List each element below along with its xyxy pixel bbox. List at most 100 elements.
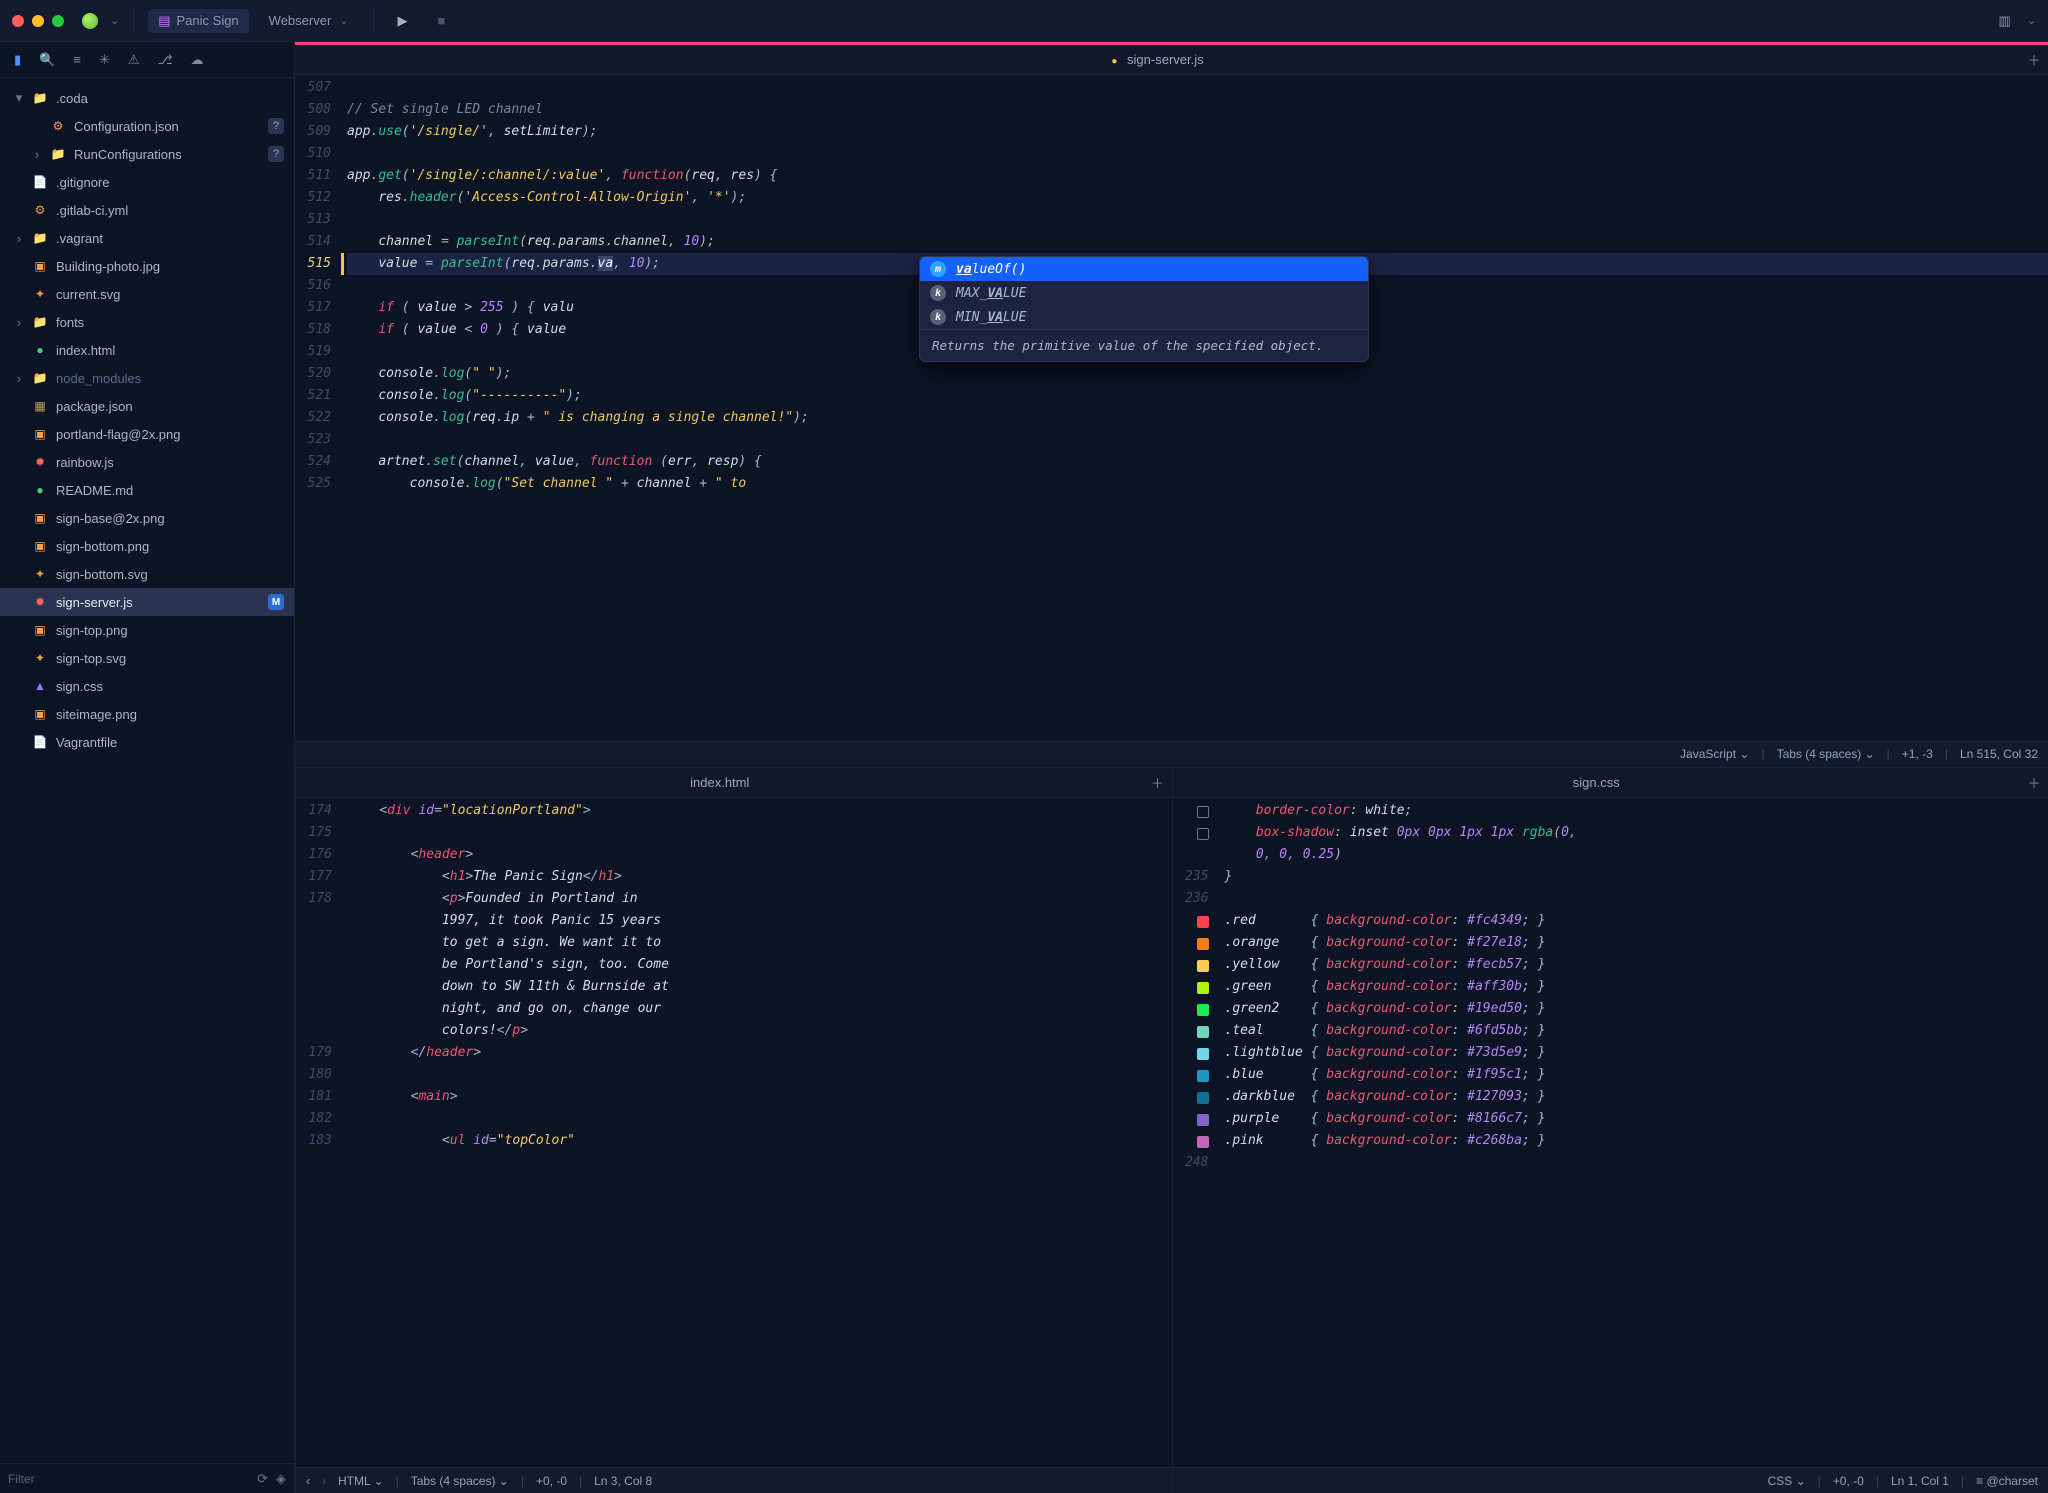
snowflake-icon[interactable]: ✳ <box>99 52 110 68</box>
project-crumb[interactable]: ▤ Panic Sign <box>148 9 248 33</box>
autocomplete-item[interactable]: k MAX_VALUE <box>920 281 1368 305</box>
tree-item[interactable]: ●index.html <box>0 336 294 364</box>
tab-bar: sign-server.js ＋ <box>295 45 2048 75</box>
color-swatch-icon <box>1197 916 1209 928</box>
tree-item[interactable]: ›📁RunConfigurations? <box>0 140 294 168</box>
run-target[interactable]: Webserver ⌄ <box>259 9 359 32</box>
tree-item[interactable]: ▾📁.coda <box>0 84 294 112</box>
disclosure-icon[interactable]: › <box>14 371 24 386</box>
tree-item[interactable]: ▣ sign-bottom.png <box>0 532 294 560</box>
tree-item[interactable]: ⚙.gitlab-ci.yml <box>0 196 294 224</box>
tree-item[interactable]: 📄Vagrantfile <box>0 728 294 756</box>
status-bar: CSS ⌄ | +0, -0 | Ln 1, Col 1 | ≡ @charse… <box>1173 1467 2048 1493</box>
disclosure-icon[interactable]: › <box>14 231 24 246</box>
tab-active[interactable]: sign-server.js <box>295 52 2020 67</box>
tree-item[interactable]: ▣Building-photo.jpg <box>0 252 294 280</box>
lang-selector[interactable]: HTML ⌄ <box>338 1474 384 1488</box>
run-target-label: Webserver <box>269 13 332 28</box>
tree-item[interactable]: ▣portland-flag@2x.png <box>0 420 294 448</box>
file-name: current.svg <box>56 287 120 302</box>
close-window[interactable] <box>12 15 24 27</box>
status-bar: JavaScript ⌄ | Tabs (4 spaces) ⌄ | +1, -… <box>295 741 2048 767</box>
kind-icon: k <box>930 285 946 301</box>
tree-item[interactable]: 📄.gitignore <box>0 168 294 196</box>
indent-selector[interactable]: Tabs (4 spaces) ⌄ <box>1777 747 1875 761</box>
disclosure-icon[interactable]: › <box>14 315 24 330</box>
autocomplete-label: MAX_VALUE <box>956 286 1026 301</box>
tree-item[interactable]: ✹rainbow.js <box>0 448 294 476</box>
refresh-icon[interactable]: ⟳ <box>257 1471 268 1487</box>
color-swatch-icon <box>1197 1070 1209 1082</box>
tree-item[interactable]: ›📁.vagrant <box>0 224 294 252</box>
indent-selector[interactable]: Tabs (4 spaces) ⌄ <box>411 1474 509 1488</box>
disclosure-icon[interactable]: ▾ <box>14 90 24 106</box>
tree-item[interactable]: ▣sign-top.png <box>0 616 294 644</box>
cursor-position: Ln 515, Col 32 <box>1960 747 2038 761</box>
tree-item[interactable]: ✹sign-server.jsM <box>0 588 294 616</box>
settings-icon[interactable]: ◈ <box>276 1471 286 1487</box>
autocomplete-item[interactable]: mvalueOf() <box>920 257 1368 281</box>
tree-item[interactable]: ›📁fonts <box>0 308 294 336</box>
files-icon[interactable]: ▮ <box>14 52 21 68</box>
file-name: sign-top.svg <box>56 651 126 666</box>
tab-active[interactable]: sign.css <box>1173 775 2021 790</box>
back-button[interactable]: ‹ <box>306 1474 310 1488</box>
tree-item[interactable]: ✦sign-bottom.svg <box>0 560 294 588</box>
file-tree[interactable]: ▾📁.coda⚙Configuration.json?›📁RunConfigur… <box>0 78 294 1463</box>
panel-layout-icon[interactable]: ▥ <box>1994 9 2014 33</box>
tree-item[interactable]: ▣ sign-base@2x.png <box>0 504 294 532</box>
disclosure-icon[interactable]: › <box>32 147 42 162</box>
file-name: sign-top.png <box>56 623 128 638</box>
file-icon: ▣ <box>32 510 48 526</box>
lang-selector[interactable]: JavaScript ⌄ <box>1680 747 1749 761</box>
tab-label: index.html <box>690 775 749 790</box>
chevron-down-icon[interactable]: ⌄ <box>2027 14 2036 27</box>
sidebar-toolbar: ▮ 🔍 ≡ ✳ ⚠ ⎇ ☁ <box>0 42 294 78</box>
stop-button[interactable]: ■ <box>428 9 456 32</box>
tree-item[interactable]: ⚙Configuration.json? <box>0 112 294 140</box>
diff-status: +0, -0 <box>1833 1474 1864 1488</box>
code-editor[interactable]: 174175176177178179180181182183 <div id="… <box>296 798 1172 1493</box>
symbols-icon[interactable]: ≡ <box>73 52 81 67</box>
lang-selector[interactable]: CSS ⌄ <box>1768 1474 1806 1488</box>
app-menu-chevron-icon[interactable]: ⌄ <box>110 14 119 27</box>
scm-icon[interactable]: ⎇ <box>158 52 173 68</box>
autocomplete-popup[interactable]: mvalueOf()kMAX_VALUEkMIN_VALUEReturns th… <box>919 256 1369 362</box>
file-icon: ✦ <box>32 650 48 666</box>
new-tab-button[interactable]: ＋ <box>2020 773 2048 792</box>
tab-label: sign.css <box>1573 775 1620 790</box>
tree-item[interactable]: ▣siteimage.png <box>0 700 294 728</box>
file-icon: ⚙ <box>32 202 48 218</box>
code-editor[interactable]: 235236248 border-color: white; box-shado… <box>1173 798 2048 1493</box>
new-tab-button[interactable]: ＋ <box>2020 50 2048 69</box>
tree-item[interactable]: ✦ sign-top.svg <box>0 644 294 672</box>
cloud-icon[interactable]: ☁ <box>190 52 203 68</box>
tree-item[interactable]: ▲sign.css <box>0 672 294 700</box>
fwd-button[interactable]: › <box>322 1474 326 1488</box>
file-icon: ● <box>32 482 48 498</box>
layout-icon: ▤ <box>158 13 170 29</box>
tree-item[interactable]: ▦package.json <box>0 392 294 420</box>
filter-input[interactable] <box>8 1472 249 1486</box>
tree-item[interactable]: ✦current.svg <box>0 280 294 308</box>
search-icon[interactable]: 🔍 <box>39 52 55 68</box>
file-icon: 📁 <box>32 90 48 106</box>
tree-item[interactable]: ●README.md <box>0 476 294 504</box>
tree-item[interactable]: ›📁node_modules <box>0 364 294 392</box>
issues-icon[interactable]: ⚠ <box>128 52 140 68</box>
zoom-window[interactable] <box>52 15 64 27</box>
file-name: node_modules <box>56 371 141 386</box>
chevron-down-icon: ⌄ <box>339 14 348 27</box>
tab-active[interactable]: index.html <box>296 775 1144 790</box>
file-icon: 📁 <box>50 146 66 162</box>
file-name: sign-bottom.png <box>56 539 149 554</box>
code-editor[interactable]: 5075085095105115125135145155165175185195… <box>295 75 2048 767</box>
file-icon: ▣ <box>32 538 48 554</box>
autocomplete-item[interactable]: kMIN_VALUE <box>920 305 1368 329</box>
file-name: sign-base@2x.png <box>56 511 165 526</box>
new-tab-button[interactable]: ＋ <box>1144 773 1172 792</box>
minimize-window[interactable] <box>32 15 44 27</box>
symbol-path[interactable]: ≡ @charset <box>1976 1474 2038 1488</box>
run-button[interactable]: ▶ <box>388 9 418 33</box>
editor-pane-bottom-right: sign.css ＋ 235236248 border-color: white… <box>1172 768 2048 1493</box>
